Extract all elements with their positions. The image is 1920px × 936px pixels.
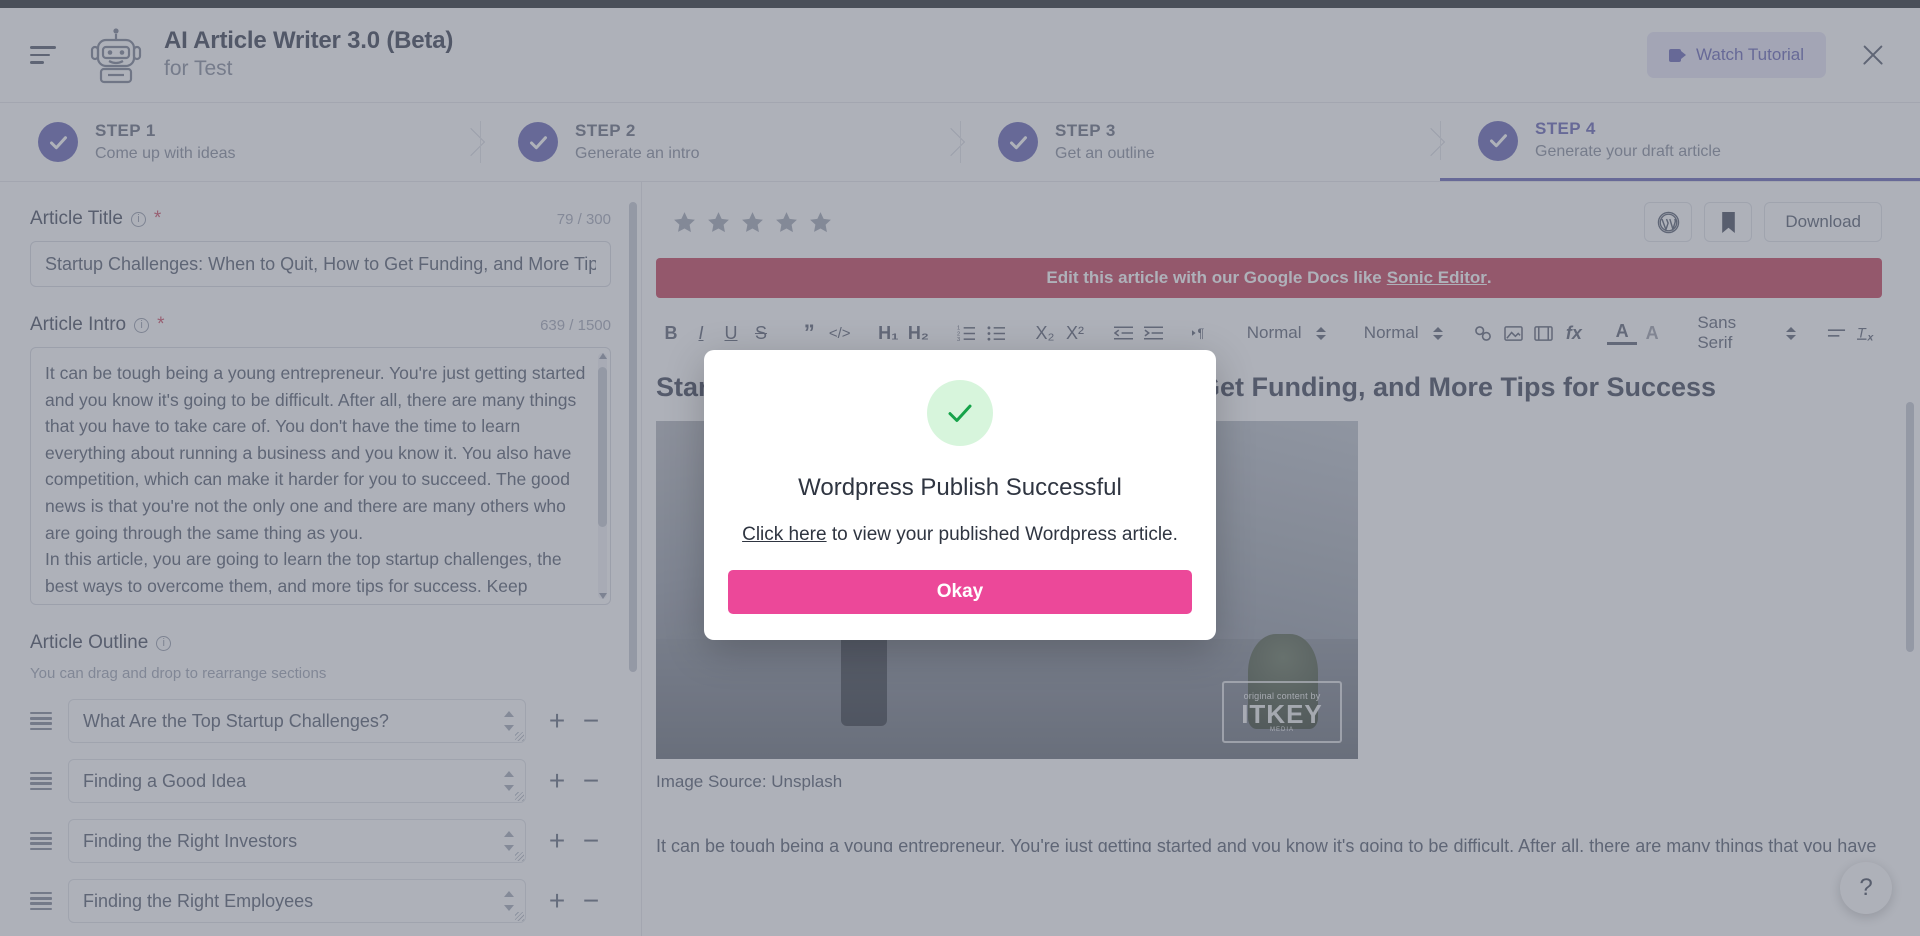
modal-body: Click here to view your published Wordpr… [728,524,1192,546]
okay-button[interactable]: Okay [728,570,1192,614]
wordpress-success-modal: Wordpress Publish Successful Click here … [704,350,1216,640]
modal-title: Wordpress Publish Successful [798,474,1122,501]
modal-backdrop: Wordpress Publish Successful Click here … [0,0,1920,936]
view-article-link[interactable]: Click here [742,524,826,545]
modal-body-text: to view your published Wordpress article… [831,524,1178,545]
success-check-icon [927,380,993,446]
